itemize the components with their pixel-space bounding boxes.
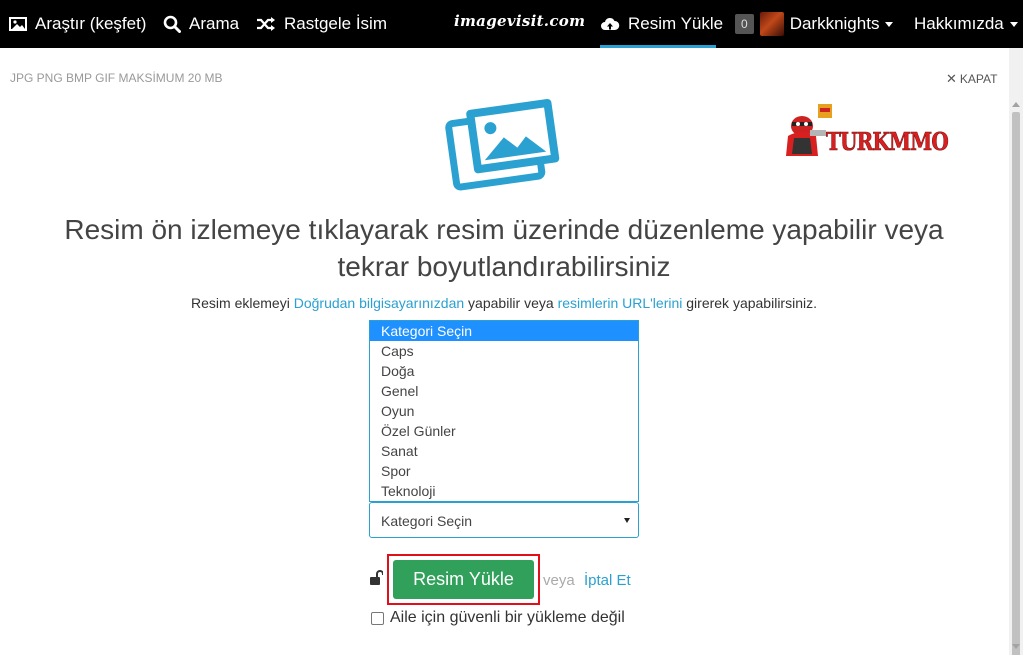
category-option[interactable]: Caps [370, 341, 638, 361]
category-option[interactable]: Teknoloji [370, 481, 638, 501]
nav-upload[interactable]: Resim Yükle [600, 0, 723, 48]
or-text: veya [543, 572, 575, 589]
close-icon: ✕ [946, 71, 957, 86]
brand-logo-text: TURKMMO [826, 127, 948, 156]
family-safe-label[interactable]: Aile için güvenli bir yükleme değil [390, 609, 625, 627]
page-headline: Resim ön izlemeye tıklayarak resim üzeri… [64, 214, 944, 282]
nav-search-label: Arama [189, 14, 240, 33]
close-button[interactable]: ✕ KAPAT [946, 71, 997, 87]
nav-user-menu[interactable]: 0 Darkknights [735, 0, 894, 48]
avatar [759, 12, 784, 36]
file-types-info: JPG PNG BMP GIF MAKSİMUM 20 MB [10, 71, 223, 85]
nav-random-label: Rastgele İsim [284, 14, 387, 33]
upload-images-icon [444, 96, 562, 199]
search-icon [163, 15, 181, 33]
scroll-down-arrow-icon[interactable] [1012, 644, 1020, 649]
instructions-middle: yapabilir veya [464, 295, 558, 311]
nav-explore-label: Araştır (keşfet) [35, 14, 147, 33]
instructions-prefix: Resim eklemeyi [191, 295, 294, 311]
caret-down-icon [885, 21, 894, 27]
nav-upload-label: Resim Yükle [628, 14, 724, 33]
cloud-upload-icon [601, 17, 620, 30]
caret-down-icon [1009, 21, 1018, 27]
nav-about-label: Hakkımızda [914, 14, 1004, 33]
category-select-value: Kategori Seçin [381, 513, 473, 529]
site-logo[interactable]: imagevisit.com [454, 12, 585, 30]
category-option[interactable]: Doğa [370, 361, 638, 381]
nav-explore[interactable]: Araştır (keşfet) [9, 0, 146, 48]
category-dropdown-list[interactable]: Kategori Seçin Caps Doğa Genel Oyun Özel… [369, 320, 639, 502]
top-navbar: Araştır (keşfet) Arama Rastgele İsim ima… [0, 0, 1023, 48]
category-select[interactable]: Kategori Seçin [369, 502, 639, 538]
category-option[interactable]: Oyun [370, 401, 638, 421]
category-option[interactable]: Genel [370, 381, 638, 401]
image-icon [9, 17, 27, 31]
scroll-up-arrow-icon[interactable] [1012, 102, 1020, 107]
computer-upload-link[interactable]: Doğrudan bilgisayarınızdan [294, 295, 464, 311]
page-scrollbar[interactable] [1009, 48, 1023, 655]
nav-search[interactable]: Arama [163, 0, 239, 48]
chevron-down-icon [624, 518, 630, 523]
category-option[interactable]: Kategori Seçin [370, 321, 638, 341]
category-option[interactable]: Sanat [370, 441, 638, 461]
shuffle-icon [257, 17, 275, 31]
category-option[interactable]: Spor [370, 461, 638, 481]
category-option[interactable]: Özel Günler [370, 421, 638, 441]
family-safe-checkbox[interactable] [371, 612, 384, 625]
upload-instructions: Resim eklemeyi Doğrudan bilgisayarınızda… [30, 295, 978, 311]
cancel-link[interactable]: İptal Et [584, 572, 631, 589]
close-label: KAPAT [959, 72, 998, 86]
instructions-suffix: girerek yapabilirsiniz. [682, 295, 817, 311]
active-tab-indicator [600, 45, 716, 48]
upload-button[interactable]: Resim Yükle [393, 560, 534, 599]
username: Darkknights [789, 14, 880, 33]
notification-badge: 0 [735, 14, 754, 34]
url-upload-link[interactable]: resimlerin URL'lerini [558, 295, 683, 311]
unlock-icon[interactable] [369, 570, 384, 591]
scrollbar-thumb[interactable] [1012, 112, 1020, 655]
nav-random[interactable]: Rastgele İsim [256, 0, 387, 48]
turkmmo-logo: TURKMMO [784, 104, 950, 165]
nav-about[interactable]: Hakkımızda [914, 0, 1018, 48]
